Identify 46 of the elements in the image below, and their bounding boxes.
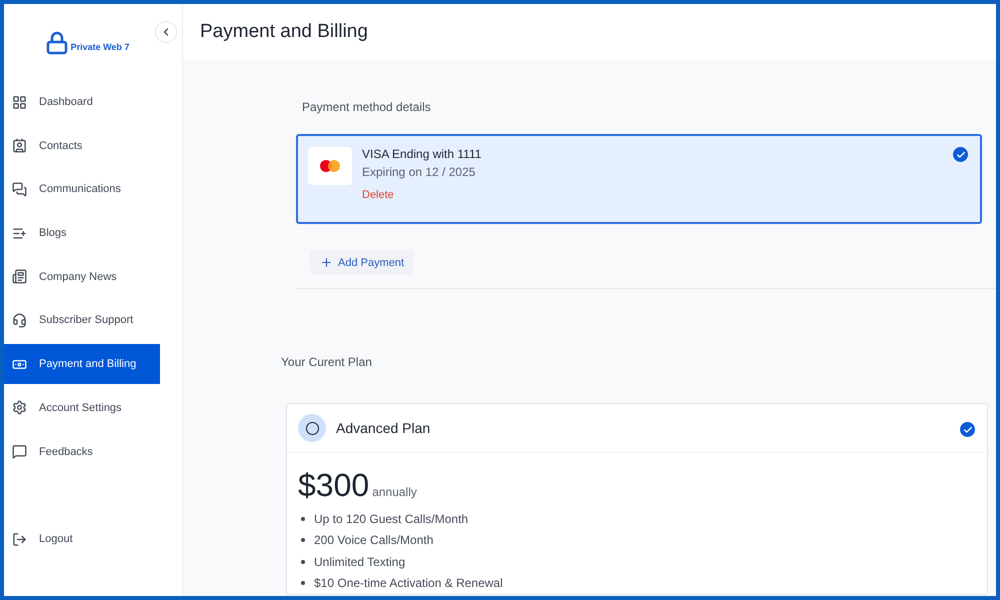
list-plus-icon <box>12 226 27 241</box>
bullet-icon <box>301 560 305 564</box>
bullet-icon <box>301 538 305 542</box>
sidebar-item[interactable]: Account Settings <box>4 388 160 428</box>
card-name: VISA Ending with 1111 <box>362 147 482 161</box>
sidebar-item[interactable]: Blogs <box>4 213 160 254</box>
padlock-logo-icon <box>44 31 69 55</box>
section-title: Your Curent Plan <box>281 355 373 369</box>
logout-icon <box>12 532 27 547</box>
contact-card-icon <box>12 138 27 154</box>
plan-feature: Up to 120 Guest Calls/Month <box>314 512 468 526</box>
settings-icon <box>12 400 27 416</box>
brand-name: Private Web 7 <box>70 42 130 52</box>
bullet-icon <box>301 516 305 521</box>
headset-icon <box>12 312 27 328</box>
message-icon <box>12 444 27 459</box>
chat-bubbles-icon <box>12 182 27 197</box>
collapse-button[interactable] <box>155 21 177 43</box>
card-expiry: Expiring on 12 / 2025 <box>362 165 476 179</box>
grid-icon <box>12 94 27 110</box>
sidebar-item[interactable]: Communications <box>4 169 160 210</box>
section-title: Payment method details <box>302 100 432 114</box>
plan-name: Advanced Plan <box>336 420 430 436</box>
plan-price: $300 <box>298 467 370 504</box>
add-payment-button[interactable]: Add Payment <box>310 250 414 275</box>
sidebar-item[interactable]: Subscriber Support <box>4 300 160 340</box>
plan-period: annually <box>372 485 417 499</box>
check-icon <box>960 422 975 437</box>
sidebar-item[interactable]: Feedbacks <box>4 432 160 472</box>
page-title: Payment and Billing <box>200 21 368 43</box>
plan-icon <box>298 414 326 442</box>
card-brand-icon <box>319 159 341 173</box>
sidebar-item[interactable]: Dashboard <box>4 82 160 122</box>
sidebar-item[interactable]: Company News <box>4 256 160 297</box>
plan-feature: Unlimited Texting <box>314 554 406 569</box>
plan-feature: 200 Voice Calls/Month <box>314 533 434 548</box>
delete-link[interactable]: Delete <box>362 189 482 201</box>
check-icon <box>953 147 968 162</box>
sidebar-item[interactable]: Contacts <box>4 126 160 166</box>
newspaper-icon <box>12 269 27 284</box>
logout-item[interactable]: Logout <box>4 519 160 560</box>
sidebar-item[interactable]: Payment and Billing <box>4 344 160 384</box>
plan-feature: $10 One-time Activation & Renewal <box>314 576 503 590</box>
plus-icon <box>320 256 333 269</box>
bullet-icon <box>301 581 305 586</box>
payment-card[interactable]: VISA Ending with 1111 Expiring on 12 / 2025 Delete <box>296 134 982 224</box>
